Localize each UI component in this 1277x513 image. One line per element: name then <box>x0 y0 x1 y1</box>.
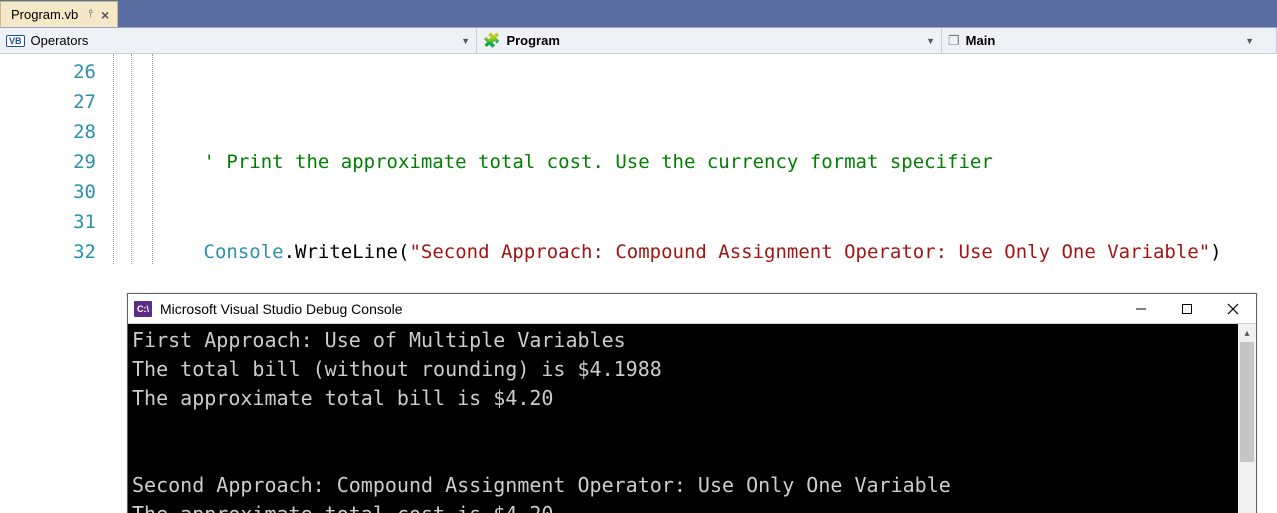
chevron-down-icon: ▼ <box>1245 36 1254 46</box>
console-line: The approximate total bill is $4.20 <box>132 386 553 410</box>
pin-icon[interactable]: ⫯ <box>88 8 93 21</box>
document-tab-program-vb[interactable]: Program.vb ⫯ × <box>0 1 118 27</box>
minimize-button[interactable] <box>1118 294 1164 323</box>
console-line: The approximate total cost is $4.20 <box>132 502 553 513</box>
console-title-text: Microsoft Visual Studio Debug Console <box>160 301 1118 317</box>
nav-scope-project[interactable]: VB Operators ▼ <box>0 28 477 53</box>
line-number: 28 <box>0 117 96 147</box>
tab-label: Program.vb <box>11 7 78 22</box>
document-tab-strip: Program.vb ⫯ × <box>0 0 1277 28</box>
method-icon: ❒ <box>948 33 960 49</box>
line-number: 29 <box>0 147 96 177</box>
close-icon[interactable]: × <box>101 7 109 23</box>
console-titlebar[interactable]: C:\ Microsoft Visual Studio Debug Consol… <box>128 294 1256 324</box>
console-scrollbar[interactable]: ▴ ▾ <box>1238 324 1256 513</box>
console-line: The total bill (without rounding) is $4.… <box>132 357 662 381</box>
scroll-up-icon[interactable]: ▴ <box>1238 324 1256 342</box>
console-line: First Approach: Use of Multiple Variable… <box>132 328 626 352</box>
maximize-button[interactable] <box>1164 294 1210 323</box>
console-app-icon: C:\ <box>134 301 152 317</box>
line-number: 32 <box>0 237 96 267</box>
code-text: .WriteLine( <box>284 241 410 263</box>
nav-member-label: Main <box>966 33 996 48</box>
nav-scope-type[interactable]: 🧩 Program ▼ <box>477 28 942 53</box>
line-number: 31 <box>0 207 96 237</box>
line-number: 30 <box>0 177 96 207</box>
console-line: Second Approach: Compound Assignment Ope… <box>132 473 951 497</box>
code-text: Console <box>204 241 284 263</box>
close-button[interactable] <box>1210 294 1256 323</box>
module-icon: 🧩 <box>483 32 500 49</box>
vb-icon: VB <box>6 35 25 47</box>
chevron-down-icon: ▼ <box>461 36 470 46</box>
code-text: "Second Approach: Compound Assignment Op… <box>409 241 1210 263</box>
scroll-thumb[interactable] <box>1240 342 1254 462</box>
code-navigation-bar: VB Operators ▼ 🧩 Program ▼ ❒ Main ▼ <box>0 28 1277 54</box>
nav-project-label: Operators <box>31 33 89 48</box>
line-number: 26 <box>0 57 96 87</box>
nav-type-label: Program <box>506 33 559 48</box>
debug-console-window: C:\ Microsoft Visual Studio Debug Consol… <box>127 293 1257 513</box>
code-text: ' Print the approximate total cost. Use … <box>204 151 993 173</box>
console-output[interactable]: First Approach: Use of Multiple Variable… <box>128 324 1238 513</box>
line-number: 27 <box>0 87 96 117</box>
chevron-down-icon: ▼ <box>926 36 935 46</box>
line-number-gutter: 26 27 28 29 30 31 32 <box>0 54 112 513</box>
code-editor[interactable]: 26 27 28 29 30 31 32 ' Print the approxi… <box>0 54 1277 513</box>
code-text: ) <box>1210 241 1221 263</box>
nav-scope-member[interactable]: ❒ Main ▼ <box>942 28 1277 53</box>
